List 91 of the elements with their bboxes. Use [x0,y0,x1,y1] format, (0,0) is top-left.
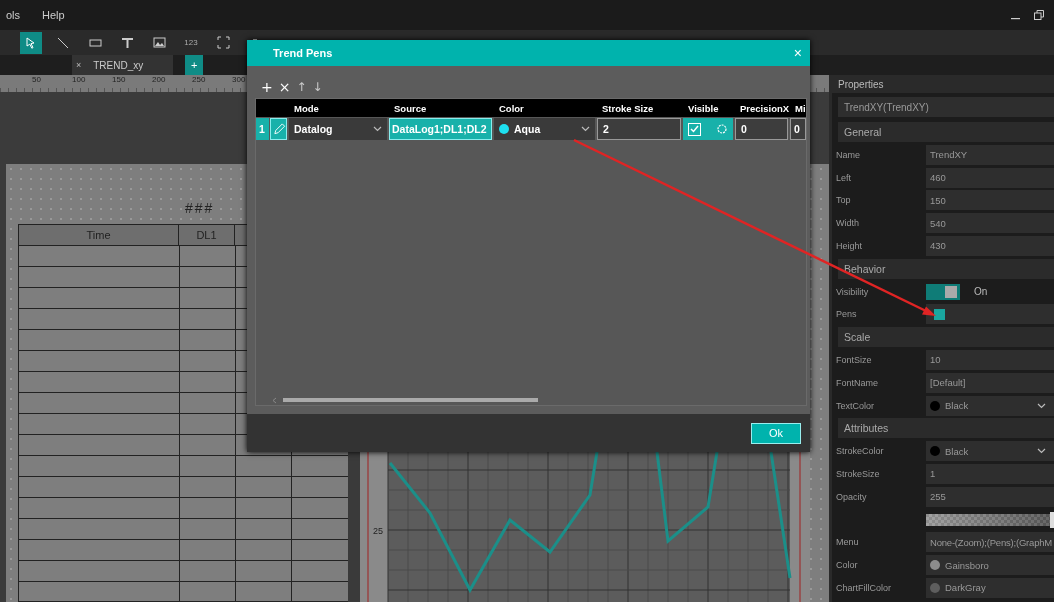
section-header[interactable]: Behavior [838,258,1054,279]
column-header: Visible [687,102,720,114]
mode-dropdown[interactable]: Datalog [289,118,387,140]
color-dropdown[interactable]: Aqua [494,118,595,140]
caret-icon [1037,402,1046,409]
menu-item[interactable]: Help [42,9,65,21]
number-tool[interactable]: 123 [180,31,202,54]
precision-field[interactable]: 0 [735,118,788,140]
menu-item[interactable]: ols [6,9,21,21]
color-dropdown[interactable]: Black [926,395,1054,416]
scrollbar-thumb[interactable] [283,398,538,402]
property-field[interactable]: 540 [926,213,1054,234]
section-header[interactable]: Scale [838,327,1054,348]
column-header: Mi [794,102,806,114]
source-field[interactable]: DataLog1;DL1;DL2 [389,118,492,140]
property-label: FontName [835,377,880,388]
table-cell[interactable]: 0 [790,118,806,140]
opacity-slider[interactable] [926,513,1054,526]
ruler-label: 250 [192,75,207,84]
column-header: Time [19,225,179,245]
tab-close[interactable]: × [76,60,82,70]
caret-icon [373,126,382,132]
new-tab-button[interactable]: + [185,55,204,75]
ruler-label: 100 [72,75,87,84]
frame-icon [216,36,230,49]
column-header: Mode [293,102,320,114]
property-label: Visibility [835,286,870,297]
property-label: FontSize [835,354,873,365]
property-field[interactable]: 430 [926,236,1054,256]
property-field[interactable]: 10 [926,349,1054,370]
stroke-size-field[interactable]: 2 [597,118,681,140]
pencil-icon [273,122,286,136]
property-field[interactable]: 255 [926,486,1054,507]
row-number: 1 [256,118,269,140]
property-field[interactable]: [Default] [926,372,1054,393]
color-field[interactable]: Gainsboro [926,555,1054,576]
restore-icon[interactable] [1034,10,1044,20]
toggle-switch[interactable] [926,283,960,300]
rectangle-icon [88,37,102,48]
section-header[interactable]: Attributes [838,418,1054,439]
property-label: Height [835,241,863,251]
display-text: ### [185,200,216,218]
property-label: Menu [835,537,860,548]
column-header: PrecisionX [739,102,790,114]
visible-checkbox[interactable] [688,122,701,136]
object-selector[interactable]: TrendXY(TrendXY) [838,97,1054,117]
text-icon [121,36,133,49]
property-label: StrokeColor [835,446,885,457]
caret-icon [581,126,590,132]
caret-icon [1037,448,1046,455]
property-field[interactable]: 150 [926,190,1054,211]
property-label: Name [835,149,861,160]
line-icon [57,36,69,49]
color-dropdown[interactable]: Black [926,441,1054,462]
property-label: Left [835,172,852,183]
ok-button[interactable]: Ok [751,422,801,444]
ruler-label: 300 [232,75,247,84]
pointer-tool[interactable] [20,31,42,54]
property-label: Color [835,560,859,571]
image-icon [152,37,166,48]
property-label: Opacity [835,491,868,502]
property-label: StrokeSize [835,468,881,479]
panel-title: Properties [832,75,1054,93]
ruler-label: 50 [32,75,42,84]
tab-label: TREND_xy [93,59,144,71]
property-field[interactable]: None-(Zoom);(Pens);(GraphM [926,532,1054,553]
ruler-label: 200 [152,75,167,84]
property-field[interactable]: 1 [926,463,1054,484]
column-header: Color [498,102,525,114]
close-button[interactable]: × [785,45,810,61]
column-header: Source [393,102,428,114]
property-label: Width [835,218,860,229]
property-label: ChartFillColor [835,582,892,593]
column-header: Stroke Size [601,102,655,114]
property-field[interactable]: TrendXY [926,144,1054,165]
section-header[interactable]: General [838,122,1054,142]
dialog-title: Trend Pens [273,47,334,59]
toggle-label: On [974,286,988,298]
axis-label: 25 [373,526,383,536]
color-field[interactable]: DarkGray [926,577,1054,598]
property-label: Top [835,195,852,206]
toolbar-action[interactable]: + [261,79,273,95]
ruler-label: 150 [112,75,127,84]
cursor-icon [25,36,37,49]
toolbar-action[interactable]: × [278,79,291,95]
property-field[interactable]: 460 [926,167,1054,188]
pens-field[interactable] [926,304,1054,325]
property-label: TextColor [835,400,875,411]
column-header: DL1 [179,225,235,245]
document-tab[interactable]: × TREND_xy [72,55,174,75]
property-label: Pens [835,309,858,320]
